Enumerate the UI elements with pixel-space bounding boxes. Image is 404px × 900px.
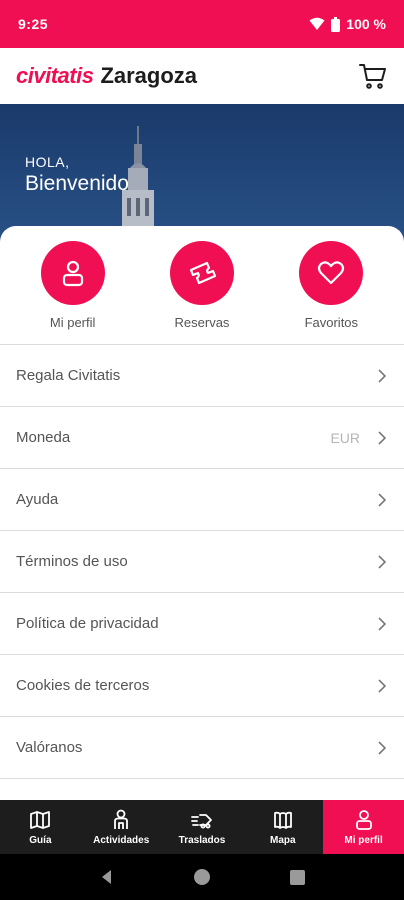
favorites-label: Favoritos [304, 315, 359, 330]
nav-label: Actividades [93, 834, 150, 846]
greeting-text: HOLA, [25, 154, 70, 170]
menu-item-label: Regala Civitatis [16, 367, 121, 384]
menu-item-label: Términos de uso [16, 553, 128, 570]
chevron-right-icon [378, 554, 387, 569]
map-icon [273, 811, 292, 829]
nav-activities[interactable]: Actividades [81, 800, 162, 854]
system-nav [0, 854, 404, 900]
favorites-button[interactable] [299, 241, 364, 305]
chevron-right-icon [378, 616, 387, 631]
chevron-right-icon [378, 368, 387, 383]
menu-item-label: Ayuda [16, 491, 59, 508]
bottom-nav: Guía Actividades Traslados Mapa Mi perfi… [0, 800, 404, 854]
menu-item-terms[interactable]: Términos de uso [0, 531, 404, 593]
app-header: civitatis Zaragoza [0, 48, 404, 104]
menu-item-help[interactable]: Ayuda [0, 469, 404, 531]
wifi-icon [309, 17, 325, 30]
menu-item-privacy[interactable]: Política de privacidad [0, 593, 404, 655]
profile-button[interactable] [40, 241, 105, 305]
menu-item-rate[interactable]: Valóranos [0, 717, 404, 779]
person-icon [114, 809, 129, 829]
transfer-icon [191, 813, 212, 828]
battery-icon [331, 16, 341, 32]
currency-value: EUR [330, 429, 360, 446]
ticket-icon [189, 261, 217, 285]
menu-item-label: Moneda [16, 429, 71, 446]
menu-item-label: Política de privacidad [16, 615, 159, 632]
nav-map[interactable]: Mapa [242, 800, 323, 854]
profile-card: Mi perfil Reservas Favoritos Regala Civi… [0, 226, 404, 800]
user-icon [62, 260, 83, 287]
status-time: 9:25 [18, 16, 49, 32]
menu-item-label: Valóranos [16, 739, 83, 756]
bookings-label: Reservas [174, 315, 230, 330]
chevron-right-icon [378, 678, 387, 693]
recents-icon[interactable] [289, 869, 305, 885]
city-title: Zaragoza [100, 63, 198, 88]
status-icons: 100 % [309, 16, 386, 32]
profile-label: Mi perfil [49, 315, 96, 330]
chevron-right-icon [378, 492, 387, 507]
nav-transfers[interactable]: Traslados [162, 800, 243, 854]
battery-percent: 100 % [346, 16, 386, 32]
quick-action-favorites[interactable]: Favoritos [276, 241, 386, 344]
quick-action-profile[interactable]: Mi perfil [18, 241, 128, 344]
cart-icon[interactable] [358, 61, 388, 91]
settings-menu: Regala Civitatis Moneda EUR Ayuda Términ… [0, 344, 404, 779]
bookings-button[interactable] [169, 241, 234, 305]
quick-actions: Mi perfil Reservas Favoritos [0, 226, 404, 344]
menu-item-label: Cookies de terceros [16, 677, 150, 694]
brand-logo[interactable]: civitatis [16, 63, 94, 89]
menu-item-gift[interactable]: Regala Civitatis [0, 345, 404, 407]
nav-label: Guía [29, 834, 52, 846]
nav-label: Mapa [270, 834, 296, 846]
user-icon [355, 809, 372, 830]
heart-icon [318, 261, 345, 285]
nav-guide[interactable]: Guía [0, 800, 81, 854]
menu-item-currency[interactable]: Moneda EUR [0, 407, 404, 469]
status-bar: 9:25 100 % [0, 0, 404, 48]
nav-profile[interactable]: Mi perfil [323, 800, 404, 854]
map-book-icon [30, 810, 51, 829]
menu-item-cookies[interactable]: Cookies de terceros [0, 655, 404, 717]
nav-label: Mi perfil [344, 834, 383, 846]
back-icon[interactable] [99, 869, 115, 885]
chevron-right-icon [378, 430, 387, 445]
home-icon[interactable] [193, 868, 211, 886]
quick-action-bookings[interactable]: Reservas [147, 241, 257, 344]
nav-label: Traslados [178, 834, 226, 846]
welcome-text: Bienvenido [25, 172, 129, 195]
chevron-right-icon [378, 740, 387, 755]
